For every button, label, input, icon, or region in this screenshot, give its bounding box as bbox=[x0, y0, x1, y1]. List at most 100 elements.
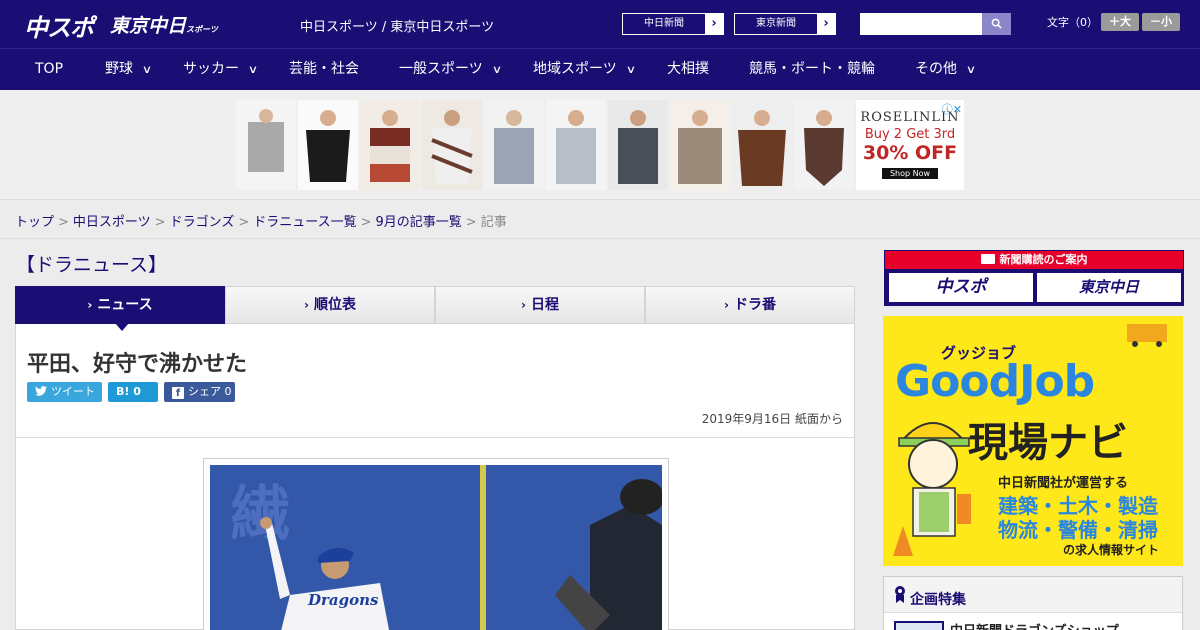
goodjob-line: の求人情報サイト bbox=[1063, 543, 1160, 557]
font-smaller-button[interactable]: －小 bbox=[1142, 13, 1180, 31]
paper-button-label: 中日新聞 bbox=[623, 14, 705, 34]
nav-label: TOP bbox=[35, 61, 64, 77]
nav-general-sports[interactable]: 一般スポーツ ∨ bbox=[399, 49, 503, 90]
divider bbox=[0, 238, 1200, 239]
breadcrumb-link[interactable]: ドラニュース一覧 bbox=[253, 215, 356, 230]
article-photo-frame: 繊 Dragons bbox=[203, 458, 669, 630]
ad-product-image[interactable] bbox=[670, 100, 730, 190]
ad-product-image[interactable] bbox=[422, 100, 482, 190]
chevron-down-icon: ∨ bbox=[965, 63, 977, 76]
nav-label: その他 bbox=[915, 61, 957, 77]
svg-text:Dragons: Dragons bbox=[307, 591, 379, 609]
divider bbox=[16, 437, 854, 438]
feature-header: 企画特集 bbox=[884, 577, 1182, 613]
svg-text:繊: 繊 bbox=[230, 480, 290, 550]
ad-product-image[interactable] bbox=[546, 100, 606, 190]
hatena-bookmark-button[interactable]: B! 0 bbox=[108, 382, 158, 402]
subscription-title: 新聞購読のご案内 bbox=[999, 253, 1088, 266]
nav-local-sports[interactable]: 地域スポーツ ∨ bbox=[533, 49, 637, 90]
subscribe-chuspo-logo[interactable]: 中スポ bbox=[889, 273, 1033, 302]
chevron-right-icon: › bbox=[724, 298, 729, 312]
nav-soccer[interactable]: サッカー ∨ bbox=[183, 49, 259, 90]
subscription-header: 新聞購読のご案内 bbox=[885, 251, 1183, 269]
feature-box: 企画特集 中日新聞ドラゴンズショップ bbox=[883, 576, 1183, 630]
nav-other[interactable]: その他 ∨ bbox=[915, 49, 977, 90]
chevron-down-icon: ∨ bbox=[247, 63, 259, 76]
breadcrumb-separator: > bbox=[360, 215, 372, 230]
site-links[interactable]: 中日スポーツ / 東京中日スポーツ bbox=[300, 16, 494, 35]
global-nav: TOP 野球 ∨ サッカー ∨ 芸能・社会 一般スポーツ ∨ 地域スポーツ ∨ 大相撲 … bbox=[0, 48, 1200, 90]
ribbon-icon bbox=[895, 586, 905, 603]
goodjob-line: 物流・警備・清掃 bbox=[998, 518, 1158, 542]
tweet-button[interactable]: ツイート bbox=[27, 382, 102, 402]
tokyo-shimbun-button[interactable]: 東京新聞 › bbox=[734, 13, 836, 35]
nav-label: 競馬・ボート・競輪 bbox=[749, 61, 875, 77]
ad-choices-icon[interactable]: ⓘ✕ bbox=[942, 101, 962, 117]
nav-label: 芸能・社会 bbox=[289, 61, 359, 77]
ad-product-image[interactable] bbox=[298, 100, 358, 190]
nav-label: 地域スポーツ bbox=[533, 61, 617, 77]
tokyo-logo-text: 東京中日 bbox=[110, 15, 187, 37]
nav-label: 大相撲 bbox=[667, 61, 709, 77]
chevron-down-icon: ∨ bbox=[491, 63, 503, 76]
breadcrumb-separator: > bbox=[238, 215, 250, 230]
breadcrumb-separator: > bbox=[465, 215, 477, 230]
breadcrumb: トップ > 中日スポーツ > ドラゴンズ > ドラニュース一覧 >9月の記事一覧 > 記事 bbox=[15, 211, 507, 230]
breadcrumb-link[interactable]: ドラゴンズ bbox=[170, 215, 235, 230]
ad-product-image[interactable] bbox=[608, 100, 668, 190]
nav-entertainment[interactable]: 芸能・社会 bbox=[289, 49, 359, 90]
article-photo[interactable]: 繊 Dragons bbox=[210, 465, 662, 630]
tokyo-chunichi-logo[interactable]: 東京中日スポーツ bbox=[110, 11, 218, 41]
search-input[interactable] bbox=[860, 13, 982, 35]
tab-label: ドラ番 bbox=[733, 297, 776, 313]
ad-shop-now-button[interactable]: Shop Now bbox=[882, 168, 938, 179]
tab-news[interactable]: › ニュース bbox=[15, 286, 225, 324]
nav-sumo[interactable]: 大相撲 bbox=[667, 49, 709, 90]
facebook-icon: f bbox=[172, 387, 184, 399]
nav-label: 一般スポーツ bbox=[399, 61, 483, 77]
article-headline: 平田、好守で沸かせた bbox=[27, 352, 248, 377]
ad-discount: 30% OFF bbox=[862, 142, 958, 164]
nav-baseball[interactable]: 野球 ∨ bbox=[105, 49, 152, 90]
newspaper-icon bbox=[980, 254, 995, 264]
nav-label: サッカー bbox=[183, 61, 239, 77]
ad-product-image[interactable] bbox=[732, 100, 792, 190]
goodjob-navi: 現場ナビ bbox=[968, 420, 1128, 466]
ad-product-image[interactable] bbox=[794, 100, 854, 190]
ad-product-image[interactable] bbox=[360, 100, 420, 190]
nav-top[interactable]: TOP bbox=[35, 49, 63, 90]
article-dateline: 2019年9月16日 紙面から bbox=[701, 412, 843, 426]
chevron-right-icon: › bbox=[823, 16, 829, 31]
ad-banner: ⓘ✕ ROSELINLIN Buy 2 Get 3rd 30% OFF Shop… bbox=[0, 90, 1200, 200]
article-card: 平田、好守で沸かせた ツイート B! 0 f シェア 0 2019年9月16日 紙… bbox=[15, 324, 855, 630]
tab-label: 日程 bbox=[530, 297, 559, 313]
ad-product-image[interactable] bbox=[236, 100, 296, 190]
font-larger-button[interactable]: ＋大 bbox=[1101, 13, 1139, 31]
chunichi-shimbun-button[interactable]: 中日新聞 › bbox=[622, 13, 724, 35]
goodjob-line: 中日新聞社が運営する bbox=[998, 476, 1129, 491]
ad-product-image[interactable] bbox=[484, 100, 544, 190]
chevron-right-icon: › bbox=[521, 298, 526, 312]
ad-brand-panel[interactable]: ⓘ✕ ROSELINLIN Buy 2 Get 3rd 30% OFF Shop… bbox=[856, 100, 964, 190]
search-icon bbox=[991, 18, 1002, 29]
facebook-share-label: シェア 0 bbox=[188, 385, 232, 398]
subscribe-tokyo-logo[interactable]: 東京中日 bbox=[1037, 273, 1181, 302]
nav-racing[interactable]: 競馬・ボート・競輪 bbox=[749, 49, 875, 90]
breadcrumb-link[interactable]: 中日スポーツ bbox=[73, 215, 151, 230]
feature-item-link[interactable]: 中日新聞ドラゴンズショップ bbox=[950, 620, 1119, 630]
breadcrumb-link[interactable]: トップ bbox=[15, 215, 54, 230]
section-title: 【ドラニュース】 bbox=[16, 254, 168, 276]
chevron-down-icon: ∨ bbox=[625, 63, 637, 76]
subscription-box: 新聞購読のご案内 中スポ 東京中日 bbox=[884, 250, 1184, 306]
tab-dora-ban[interactable]: › ドラ番 bbox=[645, 286, 855, 324]
tab-standings[interactable]: › 順位表 bbox=[225, 286, 435, 324]
feature-thumbnail[interactable] bbox=[894, 621, 944, 630]
feature-title: 企画特集 bbox=[910, 592, 966, 608]
tab-schedule[interactable]: › 日程 bbox=[435, 286, 645, 324]
facebook-share-button[interactable]: f シェア 0 bbox=[164, 382, 235, 402]
tab-label: ニュース bbox=[97, 297, 153, 313]
breadcrumb-link[interactable]: 9月の記事一覧 bbox=[376, 215, 462, 230]
search-button[interactable] bbox=[982, 13, 1011, 35]
chuspo-logo[interactable]: 中スポ bbox=[24, 8, 94, 42]
nav-label: 野球 bbox=[105, 61, 133, 77]
